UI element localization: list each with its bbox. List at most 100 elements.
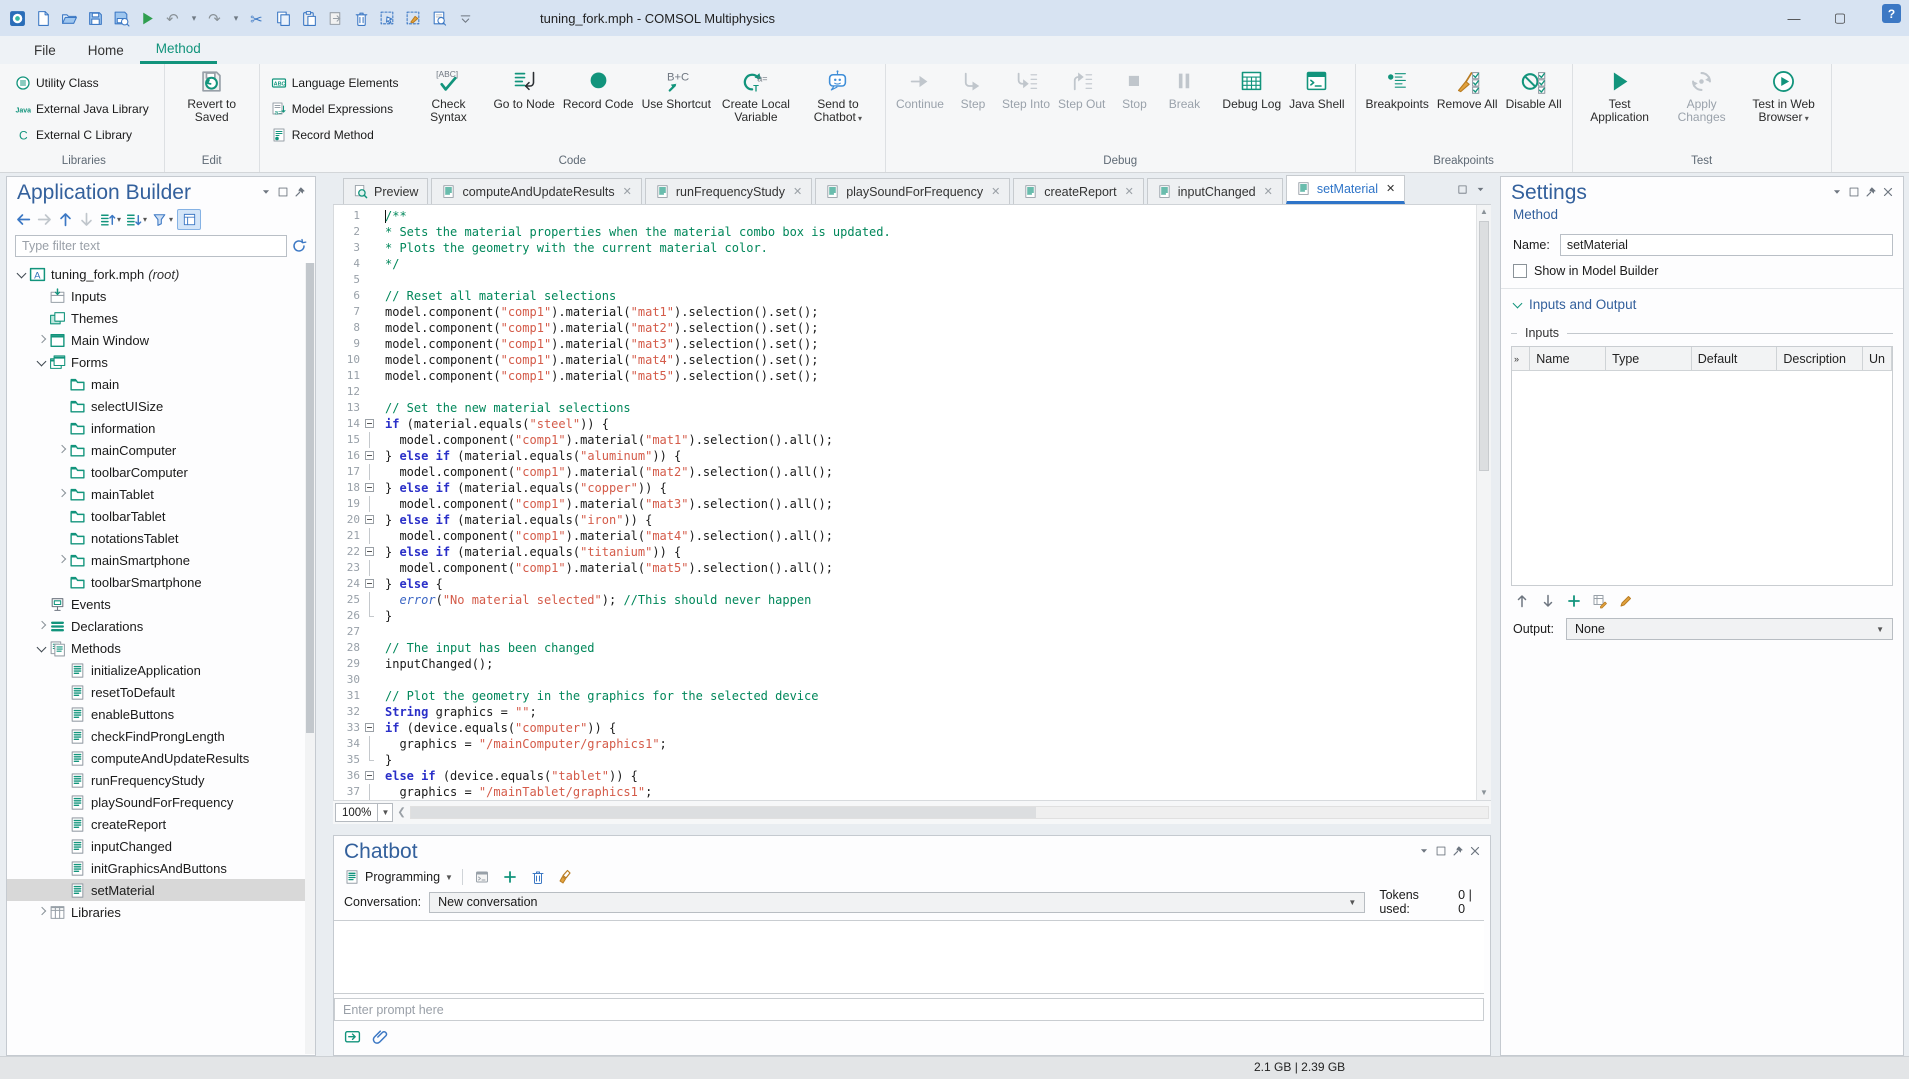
tree-item-createReport[interactable]: createReport — [7, 813, 305, 835]
tree-item-enableButtons[interactable]: enableButtons — [7, 703, 305, 725]
tree-item-notationsTablet[interactable]: notationsTablet — [7, 527, 305, 549]
tree-open-chevron-icon[interactable] — [35, 641, 49, 655]
tree-item-inputChanged[interactable]: inputChanged — [7, 835, 305, 857]
scroll-down-arrow-icon[interactable]: ▼ — [1477, 786, 1491, 800]
tree-item-information[interactable]: information — [7, 417, 305, 439]
tree-item-runFrequencyStudy[interactable]: runFrequencyStudy — [7, 769, 305, 791]
tab-close-icon[interactable]: ✕ — [621, 185, 632, 198]
tree-item-Declarations[interactable]: Declarations — [7, 615, 305, 637]
method-name-input[interactable] — [1560, 234, 1893, 256]
tb-down-button[interactable] — [1539, 592, 1557, 610]
zoom-level-dropdown[interactable]: 100% ▼ — [335, 803, 393, 822]
create-local-variable-button[interactable]: a=TCreate Local Variable — [715, 64, 797, 124]
tree-open-chevron-icon[interactable] — [15, 267, 29, 281]
filter-input[interactable] — [15, 235, 287, 257]
go-to-node-button[interactable]: Go to Node — [489, 64, 558, 111]
fold-collapse-icon[interactable] — [365, 723, 374, 732]
panel-float-icon[interactable] — [1847, 185, 1861, 199]
fold-collapse-icon[interactable] — [365, 451, 374, 460]
tree-closed-chevron-icon[interactable] — [35, 905, 49, 919]
brush-sel-button[interactable] — [402, 7, 424, 29]
editor-tab-setMaterial[interactable]: setMaterial✕ — [1286, 175, 1405, 204]
language-elements-button[interactable]: ABCLanguage Elements — [266, 70, 404, 96]
tree-item-Inputs[interactable]: Inputs — [7, 285, 305, 307]
move-down-node-button[interactable] — [78, 211, 95, 228]
show-in-model-builder-checkbox[interactable] — [1513, 264, 1527, 278]
fold-collapse-icon[interactable] — [365, 547, 374, 556]
hscroll-left-arrow-icon[interactable]: ❮ — [393, 807, 409, 818]
tab-close-icon[interactable]: ✕ — [1123, 185, 1134, 198]
new-file-button[interactable] — [32, 7, 54, 29]
editor-vertical-scrollbar[interactable]: ▲ ▼ — [1476, 205, 1491, 800]
panel-pin-icon[interactable] — [1864, 185, 1878, 199]
clean-button[interactable] — [556, 867, 576, 887]
move-up-node-button[interactable] — [57, 211, 74, 228]
add-button[interactable] — [1565, 592, 1583, 610]
panel-menu-icon[interactable] — [1474, 183, 1487, 196]
tree-closed-chevron-icon[interactable] — [55, 487, 69, 501]
tree-scrollbar[interactable] — [305, 263, 315, 1054]
editor-tab-runFrequencyStudy[interactable]: runFrequencyStudy✕ — [645, 178, 812, 204]
tree-item-checkFindProngLength[interactable]: checkFindProngLength — [7, 725, 305, 747]
minimize-button[interactable]: — — [1771, 0, 1817, 36]
inputs-table[interactable]: »NameTypeDefaultDescriptionUn — [1511, 346, 1893, 586]
tree-item-toolbarComputer[interactable]: toolbarComputer — [7, 461, 305, 483]
editor-vscroll-thumb[interactable] — [1479, 221, 1489, 471]
fold-collapse-icon[interactable] — [365, 515, 374, 524]
expand-all-button[interactable]: ▾ — [99, 211, 121, 228]
test-application-button[interactable]: Test Application — [1579, 64, 1661, 124]
ribbon-tab-home[interactable]: Home — [72, 36, 140, 64]
fwd-doc-button[interactable] — [324, 7, 346, 29]
find-doc-button[interactable] — [428, 7, 450, 29]
tree-item-initializeApplication[interactable]: initializeApplication — [7, 659, 305, 681]
record-code-button[interactable]: Record Code — [559, 64, 638, 111]
more-commands-button[interactable] — [454, 7, 476, 29]
breakpoints-button[interactable]: Breakpoints — [1362, 64, 1433, 111]
fold-collapse-icon[interactable] — [365, 483, 374, 492]
collapse-all-button[interactable]: ▾ — [125, 211, 147, 228]
external-java-library-button[interactable]: JavaExternal Java Library — [10, 96, 154, 122]
revert-to-saved-button[interactable]: Revert to Saved — [171, 64, 253, 124]
tree-closed-chevron-icon[interactable] — [35, 619, 49, 633]
fold-collapse-icon[interactable] — [365, 771, 374, 780]
select-button[interactable] — [376, 7, 398, 29]
refresh-icon[interactable] — [291, 238, 307, 254]
panel-close-icon[interactable] — [1881, 185, 1895, 199]
tab-close-icon[interactable]: ✕ — [1262, 185, 1273, 198]
editor-tab-inputChanged[interactable]: inputChanged✕ — [1147, 178, 1283, 204]
delete-button[interactable] — [350, 7, 372, 29]
help-button[interactable]: ? — [1882, 4, 1901, 23]
debug-log-button[interactable]: Debug Log — [1218, 64, 1285, 111]
editor-hscroll-thumb[interactable] — [411, 807, 1036, 818]
tree-closed-chevron-icon[interactable] — [55, 443, 69, 457]
editor-tab-createReport[interactable]: createReport✕ — [1013, 178, 1143, 204]
external-c-library-button[interactable]: CExternal C Library — [10, 122, 154, 148]
delete-button[interactable] — [528, 867, 548, 887]
chatbot-mode-dropdown[interactable]: Programming ▼ — [344, 869, 453, 885]
remove-all-button[interactable]: Remove All — [1433, 64, 1502, 111]
nav-back-button[interactable] — [15, 211, 32, 228]
filter-dropdown-chevron[interactable]: ▾ — [169, 215, 173, 224]
save-button[interactable] — [84, 7, 106, 29]
tree-item-mainTablet[interactable]: mainTablet — [7, 483, 305, 505]
panel-menu-icon[interactable] — [1417, 844, 1431, 858]
send-to-chatbot-button[interactable]: Send to Chatbot ▾ — [797, 64, 879, 125]
tree-closed-chevron-icon[interactable] — [55, 553, 69, 567]
editor-tab-Preview[interactable]: Preview — [343, 178, 428, 204]
maximize-button[interactable]: ▢ — [1817, 0, 1863, 36]
record-method-button[interactable]: Record Method — [266, 122, 404, 148]
panel-float-icon[interactable] — [1456, 183, 1469, 196]
tree-item-resetToDefault[interactable]: resetToDefault — [7, 681, 305, 703]
tree-item-playSoundForFrequency[interactable]: playSoundForFrequency — [7, 791, 305, 813]
tree-item-Methods[interactable]: Methods — [7, 637, 305, 659]
fold-collapse-icon[interactable] — [365, 419, 374, 428]
tree-item-main[interactable]: main — [7, 373, 305, 395]
cut-button[interactable]: ✂ — [246, 7, 268, 29]
save-find-button[interactable] — [110, 7, 132, 29]
panel-menu-icon[interactable] — [259, 185, 273, 199]
conversation-select[interactable]: New conversation ▼ — [429, 892, 1365, 913]
tree-scrollbar-thumb[interactable] — [306, 263, 314, 733]
redo-button[interactable]: ↷ — [204, 7, 226, 29]
tree-item-toolbarTablet[interactable]: toolbarTablet — [7, 505, 305, 527]
use-shortcut-button[interactable]: B+CUse Shortcut — [638, 64, 715, 111]
